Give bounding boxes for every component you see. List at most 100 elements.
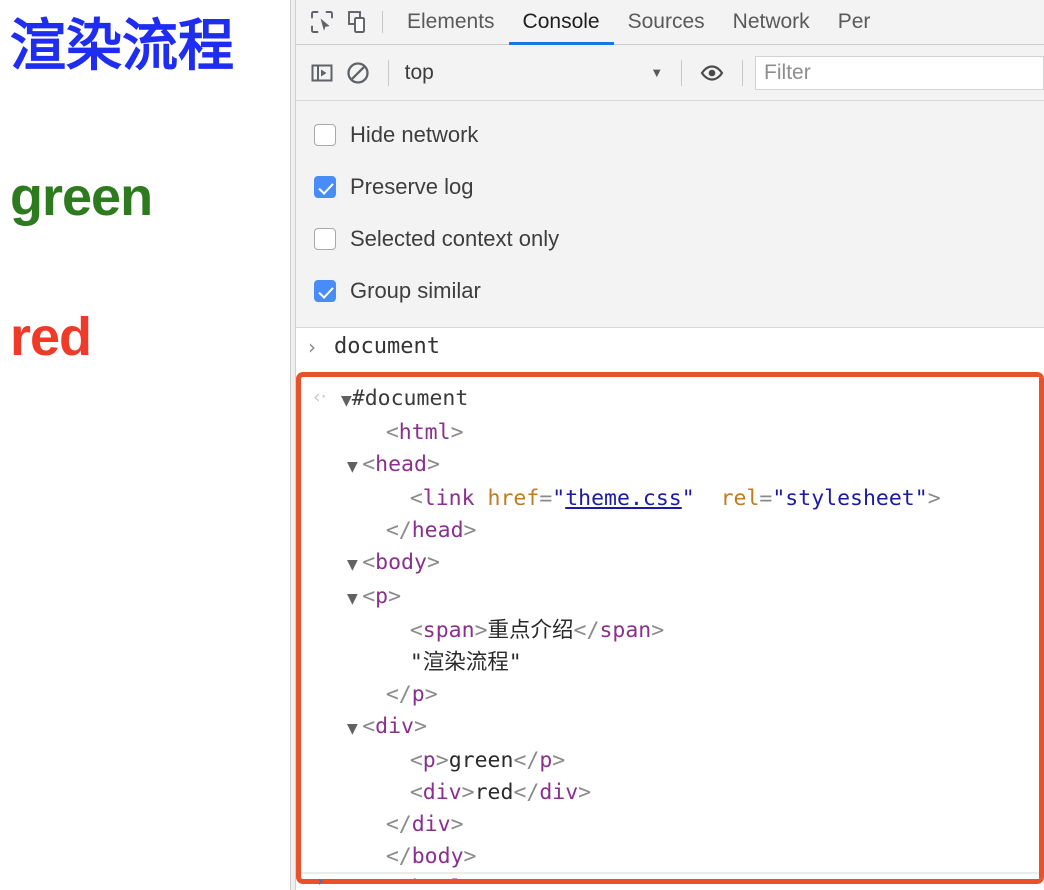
inspect-element-icon[interactable] [304, 4, 340, 40]
dom-token-val: " [552, 486, 566, 511]
console-input-arrow-icon: › [308, 335, 316, 359]
dom-tree-line[interactable]: ▼ <p> [347, 581, 1044, 615]
live-expression-eye-icon[interactable] [694, 55, 730, 91]
console-filter-input[interactable] [755, 55, 1044, 90]
panel-splitter[interactable] [290, 0, 296, 890]
tab-sources[interactable]: Sources [614, 0, 719, 45]
page-red-div: red [10, 307, 92, 368]
dom-root-node[interactable]: ▼#document [341, 383, 468, 417]
clear-console-icon[interactable] [340, 55, 376, 91]
checkbox-selected-context-only[interactable] [314, 228, 336, 250]
dom-tree-line[interactable]: ▼ <div> [347, 711, 1044, 745]
device-toolbar-icon[interactable] [340, 4, 376, 40]
dom-token-tag: html [412, 876, 464, 879]
dom-token-tag: p [539, 748, 553, 773]
dom-token-link[interactable]: theme.css [565, 486, 682, 511]
dom-token-punct: > [578, 780, 592, 805]
dom-token-tag: html [398, 420, 451, 445]
console-sidebar-icon[interactable] [304, 55, 340, 91]
rendered-page-pane: 渲染流程 green red [0, 0, 290, 890]
dom-tree-line[interactable]: ▼ <body> [347, 547, 1044, 581]
dom-token-text: green [448, 748, 514, 773]
dom-token-punct: > [426, 452, 440, 477]
result-bottom-divider [301, 872, 1044, 874]
dom-tree-line[interactable]: </head> [347, 515, 1044, 547]
dom-tree-line[interactable]: <p>green</p> [347, 745, 1044, 777]
devtools-tabbar: Elements Console Sources Network Per [296, 0, 1044, 45]
dom-token-punct: < [409, 748, 423, 773]
dom-token-punct: > [927, 486, 941, 511]
dom-tree-line[interactable]: </p> [347, 679, 1044, 711]
dom-token-tag: head [375, 452, 427, 477]
dom-token-tag: p [411, 682, 425, 707]
dom-tree-line[interactable]: ▼ <head> [347, 449, 1044, 483]
option-label-selected-context-only: Selected context only [350, 226, 560, 251]
dom-token-punct [475, 486, 488, 511]
disclosure-triangle-icon[interactable]: ▼ [347, 459, 362, 475]
dom-tree-line[interactable]: <html> [347, 417, 1044, 449]
dom-token-val: " [681, 486, 695, 511]
console-prompt-caret[interactable]: › [318, 874, 324, 890]
filterbar-divider-2 [681, 59, 683, 86]
option-group-similar[interactable]: Group similar [314, 265, 1044, 317]
dom-token-punct: > [450, 420, 464, 445]
option-selected-context-only[interactable]: Selected context only [314, 213, 1044, 265]
tab-network[interactable]: Network [719, 0, 824, 45]
dom-tree-line[interactable]: "渲染流程" [347, 647, 1044, 679]
console-input-entry[interactable]: › document [296, 328, 1044, 366]
dom-token-punct: < [409, 486, 423, 511]
option-label-preserve-log: Preserve log [350, 174, 474, 199]
console-input-expression: document [334, 334, 440, 359]
checkbox-hide-network[interactable] [314, 124, 336, 146]
dom-token-punct: > [474, 618, 488, 643]
tab-elements[interactable]: Elements [393, 0, 509, 45]
filterbar-divider-1 [387, 59, 389, 86]
dom-token-tag: div [539, 780, 579, 805]
tabbar-divider [382, 11, 383, 33]
dom-token-punct: > [424, 682, 438, 707]
dom-token-punct: </ [386, 876, 412, 879]
dom-token-tag: div [411, 812, 451, 837]
dom-token-punct: </ [385, 844, 412, 869]
dom-tree-line[interactable]: <div>red</div> [347, 777, 1044, 809]
dom-token-punct: > [464, 876, 477, 879]
dom-token-attr: href [487, 486, 540, 511]
dom-token-tag: p [422, 748, 436, 773]
checkbox-preserve-log[interactable] [314, 176, 336, 198]
console-output-arrow-icon: ‹· [313, 386, 327, 408]
tab-performance[interactable]: Per [824, 0, 885, 45]
disclosure-triangle-icon[interactable]: ▼ [341, 393, 352, 409]
dom-token-punct: = [759, 486, 773, 511]
dom-token-tag: body [375, 550, 427, 575]
dom-tree-line[interactable]: </body> [347, 841, 1044, 873]
dom-token-punct: </ [573, 618, 600, 643]
page-heading-title: 渲染流程 [10, 14, 234, 77]
filterbar-divider-3 [742, 59, 744, 86]
checkbox-group-similar[interactable] [314, 280, 336, 302]
dom-tree-line[interactable]: </html> [347, 873, 1044, 879]
dom-tree-line[interactable]: <link href="theme.css" rel="stylesheet"> [347, 483, 1044, 515]
dom-tree-line[interactable]: <span>重点介绍</span> [347, 615, 1044, 647]
dom-token-tag: link [422, 486, 475, 511]
dom-token-val: "stylesheet" [772, 486, 928, 511]
console-output-area[interactable]: › document ‹· ▼#document <html> ▼ <head> … [296, 328, 1044, 890]
disclosure-triangle-icon[interactable]: ▼ [347, 557, 362, 573]
dom-token-punct: > [463, 844, 477, 869]
option-label-hide-network: Hide network [350, 122, 479, 147]
console-result-root-row[interactable]: ‹· ▼#document [307, 383, 1044, 417]
dom-token-punct: > [461, 780, 475, 805]
dom-token-punct: > [552, 748, 566, 773]
disclosure-triangle-icon[interactable]: ▼ [347, 591, 362, 607]
tab-console[interactable]: Console [509, 0, 614, 45]
option-preserve-log[interactable]: Preserve log [314, 161, 1044, 213]
dom-token-punct: </ [513, 780, 540, 805]
execution-context-select[interactable]: top ▼ [401, 56, 670, 90]
disclosure-triangle-icon[interactable]: ▼ [347, 721, 362, 737]
dom-tree-line[interactable]: </div> [347, 809, 1044, 841]
option-hide-network[interactable]: Hide network [314, 109, 1044, 161]
dom-token-punct: </ [513, 748, 540, 773]
